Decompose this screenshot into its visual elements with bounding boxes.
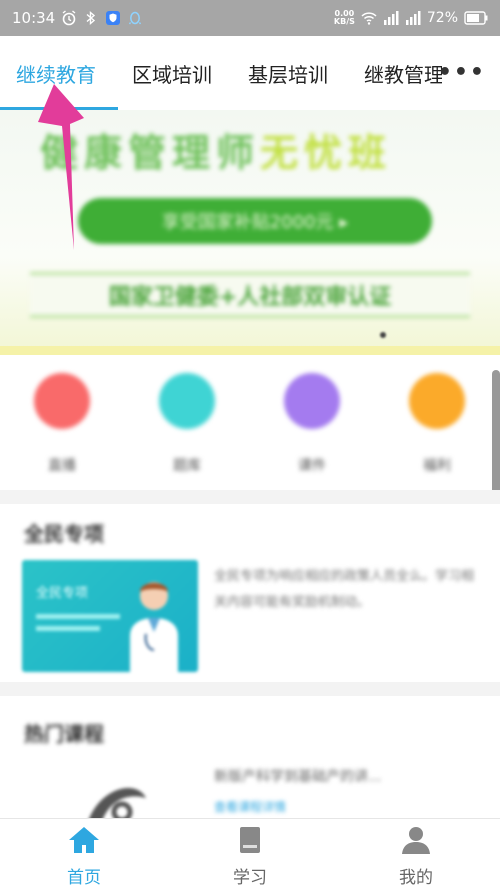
- battery-percent: 72%: [426, 10, 458, 26]
- hot-courses-title: 热门课程: [24, 722, 104, 746]
- status-right: 0.00 KB/S 72%: [334, 10, 488, 26]
- question-bank-icon: [159, 373, 215, 429]
- quick-action-question-bank[interactable]: 题库: [147, 373, 227, 475]
- nav-mine[interactable]: 我的: [376, 825, 456, 888]
- battery-icon: [464, 11, 488, 25]
- nav-home[interactable]: 首页: [44, 825, 124, 888]
- bottom-navigation: 首页 学习 我的: [0, 818, 500, 889]
- tab-continuing-education[interactable]: 继续教育: [16, 59, 96, 88]
- hot-courses-section: 热门课程 新版产科学到基础产的讲... 查看课程详情: [0, 696, 500, 818]
- banner-bottom-strip: [0, 346, 500, 355]
- user-icon: [402, 827, 430, 854]
- home-icon: [69, 827, 99, 853]
- quick-action-courseware[interactable]: 课件: [272, 373, 352, 475]
- signal-4g-icon: [405, 11, 421, 25]
- status-time: 10:34: [12, 9, 56, 27]
- special-section: 全民专项 全民专项 全民专项为响应相应的政策人员全么。学习相关内容可能有奖励机制…: [0, 504, 500, 682]
- course-item-title[interactable]: 新版产科学到基础产的讲...: [214, 766, 381, 786]
- special-card-image[interactable]: 全民专项: [22, 560, 198, 672]
- tab-education-management[interactable]: 继教管理: [364, 59, 442, 88]
- nav-study[interactable]: 学习: [210, 825, 290, 888]
- net-speed: 0.00 KB/S: [334, 10, 355, 26]
- carousel-indicator: [380, 332, 386, 338]
- quick-action-label: 课件: [298, 458, 326, 474]
- quick-actions: 直播 题库 课件 福利: [0, 355, 500, 490]
- status-bar: 10:34 0.00 KB/S 72%: [0, 0, 500, 36]
- course-thumbnail[interactable]: [76, 778, 156, 818]
- wifi-icon: [361, 12, 377, 25]
- course-item-link[interactable]: 查看课程详情: [214, 798, 286, 815]
- quick-action-label: 直播: [48, 458, 76, 474]
- banner-cta-button[interactable]: 享受国家补贴2000元 ▸: [78, 198, 432, 244]
- net-speed-unit: KB/S: [333, 17, 355, 26]
- section-divider: [0, 490, 500, 504]
- tab-regional-training[interactable]: 区域培训: [132, 59, 212, 88]
- quick-action-label: 福利: [423, 458, 451, 474]
- signal-icon: [383, 11, 399, 25]
- promo-banner[interactable]: 健康管理师无忧班 享受国家补贴2000元 ▸ 国家卫健委+人社部双审认证: [0, 110, 500, 355]
- banner-title: 健康管理师无忧班: [40, 122, 392, 177]
- welfare-icon: [409, 373, 465, 429]
- bluetooth-icon: [86, 10, 96, 26]
- banner-title-main: 健康管理师: [40, 131, 261, 175]
- section-divider: [0, 682, 500, 696]
- card-image-text: 全民专项: [36, 586, 89, 601]
- banner-subtitle: 国家卫健委+人社部双审认证: [30, 272, 470, 318]
- nav-mine-label: 我的: [399, 868, 433, 888]
- quick-action-live[interactable]: 直播: [22, 373, 102, 475]
- quick-action-welfare[interactable]: 福利: [397, 373, 477, 475]
- special-section-title: 全民专项: [24, 522, 104, 546]
- qq-icon: [129, 11, 142, 25]
- book-icon: [240, 827, 260, 853]
- courseware-icon: [284, 373, 340, 429]
- doctor-illustration: [130, 582, 178, 672]
- live-icon: [34, 373, 90, 429]
- nav-home-label: 首页: [67, 868, 101, 888]
- more-tabs-icon[interactable]: •••: [438, 60, 486, 85]
- alarm-icon: [62, 10, 76, 26]
- special-card-description[interactable]: 全民专项为响应相应的政策人员全么。学习相关内容可能有奖励机制动。: [214, 564, 474, 616]
- tab-primary-training[interactable]: 基层培训: [248, 59, 328, 88]
- category-tabs: 继续教育 区域培训 基层培训 继教管理 •••: [0, 36, 500, 110]
- banner-title-highlight: 无忧班: [260, 131, 393, 175]
- nav-study-label: 学习: [233, 868, 267, 888]
- quick-action-label: 题库: [173, 458, 201, 474]
- shield-icon: [106, 11, 121, 25]
- status-left: 10:34: [12, 9, 143, 27]
